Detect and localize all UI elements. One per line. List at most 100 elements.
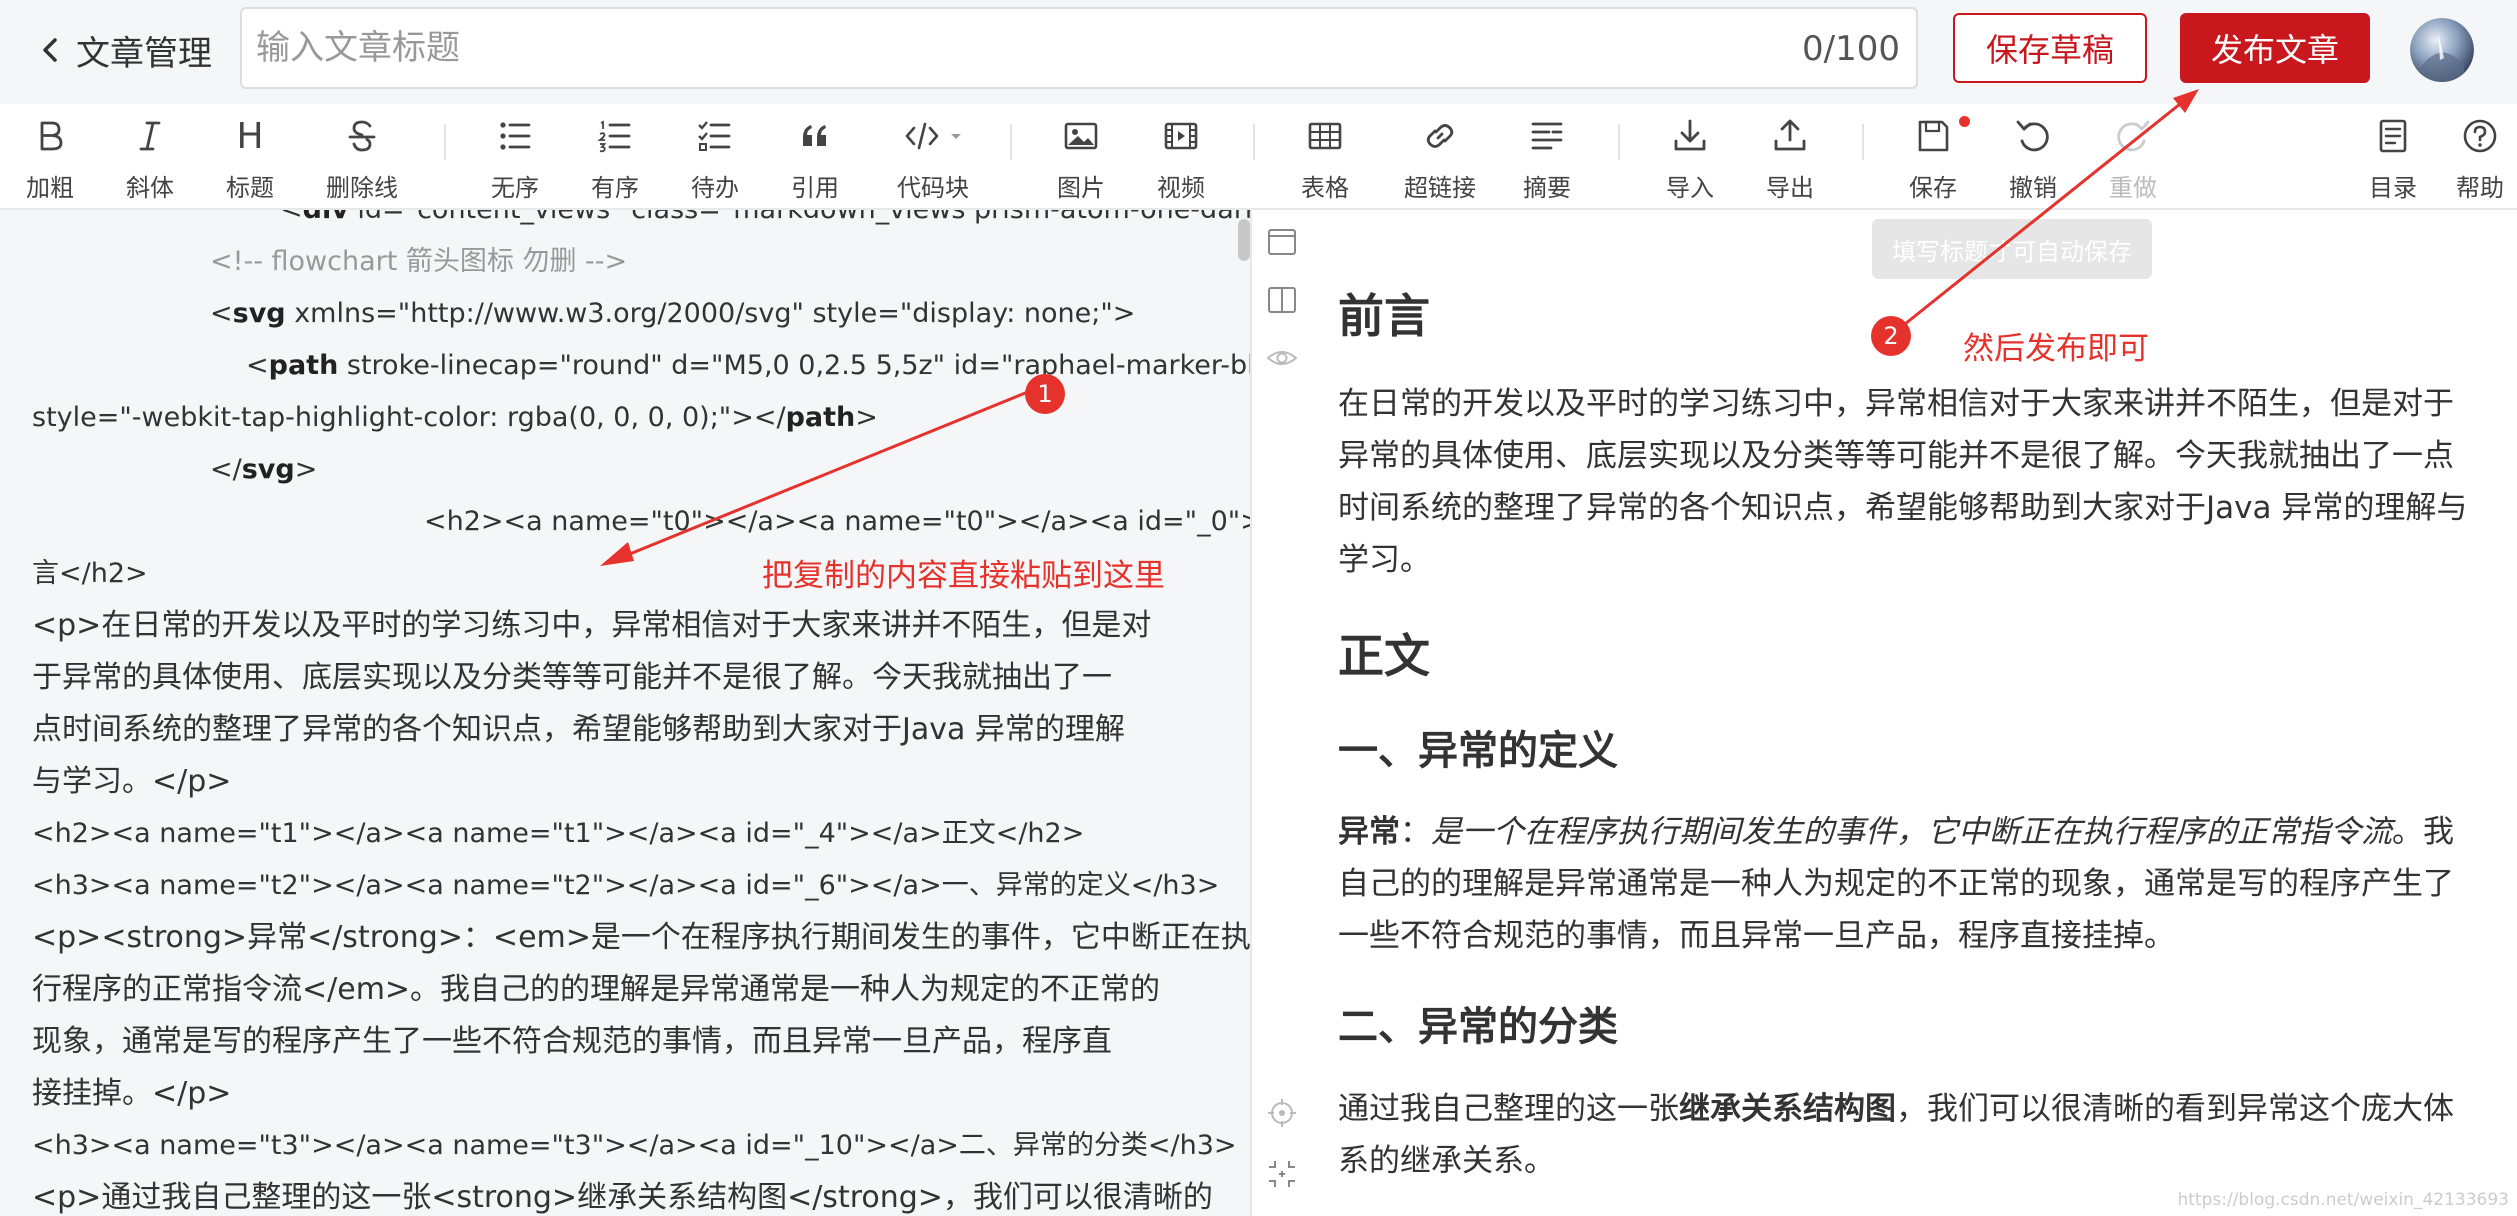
video-button[interactable]: 视频: [1131, 104, 1231, 210]
table-icon: [1308, 122, 1342, 150]
back-to-article-management[interactable]: 文章管理: [36, 20, 212, 80]
code-line: 行程序的正常指令流</em>。我自己的的理解是异常通常是一种人为规定的不正常的: [32, 972, 1161, 1007]
import-label: 导入: [1666, 174, 1714, 202]
toolbar-divider: [1862, 124, 1864, 160]
image-label: 图片: [1057, 174, 1105, 202]
preview-paragraph-line: 通过我自己整理的这一张继承关系结构图，我们可以很清晰的看到异常这个庞大体: [1338, 1091, 2454, 1127]
markdown-preview: 前言 在日常的开发以及平时的学习练习中，异常相信对于大家来讲并不陌生，但是对于 …: [1310, 210, 2517, 1216]
code-line: <h3><a name="t3"></a><a name="t3"></a><a…: [32, 1130, 1237, 1161]
code-line: 与学习。</p>: [32, 764, 232, 799]
preview-paragraph-line: 学习。: [1338, 542, 1431, 578]
unsaved-indicator-dot: [1959, 116, 1970, 127]
table-button[interactable]: 表格: [1275, 104, 1375, 210]
editor-scrollbar-thumb[interactable]: [1238, 219, 1250, 261]
help-button[interactable]: 帮助: [2443, 104, 2517, 210]
preview-eye-icon[interactable]: [1266, 342, 1298, 374]
split-view-icon[interactable]: [1266, 284, 1298, 316]
save-label: 保存: [1909, 174, 1957, 202]
export-icon: [1774, 119, 1806, 151]
editor-only-icon[interactable]: [1266, 226, 1298, 258]
quote-button[interactable]: 引用: [765, 104, 865, 210]
unordered-list-label: 无序: [491, 174, 539, 202]
import-button[interactable]: 导入: [1640, 104, 1740, 210]
todo-list-label: 待办: [691, 174, 739, 202]
summary-button[interactable]: 摘要: [1497, 104, 1597, 210]
ordered-list-button[interactable]: 有序: [565, 104, 665, 210]
heading-label: 标题: [226, 174, 274, 202]
step-2-marker: 2: [1871, 316, 1911, 356]
summary-icon: [1531, 122, 1563, 150]
code-block-label: 代码块: [897, 174, 969, 202]
locate-target-icon[interactable]: [1266, 1097, 1298, 1129]
preview-heading-definition: 一、异常的定义: [1338, 728, 1618, 774]
unordered-list-icon: [500, 122, 531, 150]
preview-heading-intro: 前言: [1338, 289, 1430, 343]
image-icon: [1064, 122, 1098, 150]
italic-label: 斜体: [126, 174, 174, 202]
unordered-list-button[interactable]: 无序: [465, 104, 565, 210]
image-button[interactable]: 图片: [1031, 104, 1131, 210]
code-line: <p>通过我自己整理的这一张<strong>继承关系结构图</strong>，我…: [32, 1180, 1213, 1215]
link-icon: [1426, 124, 1454, 148]
redo-button[interactable]: 重做: [2083, 104, 2183, 210]
code-line: 现象，通常是写的程序产生了一些不符合规范的事情，而且异常一旦产品，程序直: [32, 1024, 1112, 1059]
toolbar-divider: [1618, 124, 1620, 160]
ordered-list-label: 有序: [591, 174, 639, 202]
preview-heading-body: 正文: [1338, 629, 1430, 683]
title-input[interactable]: [256, 9, 1756, 87]
top-bar: 文章管理 0/100 保存草稿 发布文章: [0, 0, 2517, 104]
italic-icon: [139, 121, 161, 151]
code-line: style="-webkit-tap-highlight-color: rgba…: [32, 402, 878, 433]
step-1-marker: 1: [1025, 374, 1065, 414]
markdown-editor[interactable]: <div id="content_views" class="markdown_…: [0, 210, 1250, 1216]
italic-button[interactable]: 斜体: [100, 104, 200, 210]
toolbar-divider: [1253, 124, 1255, 160]
toolbar-divider: [1010, 124, 1012, 160]
todo-list-icon: [698, 121, 731, 151]
step-2-note: 然后发布即可: [1963, 331, 2149, 367]
title-field[interactable]: 0/100: [240, 7, 1918, 89]
import-icon: [1674, 119, 1706, 151]
strikethrough-icon: [348, 120, 376, 152]
hyperlink-button[interactable]: 超链接: [1385, 104, 1495, 210]
export-label: 导出: [1766, 174, 1814, 202]
code-line: <svg xmlns="http://www.w3.org/2000/svg" …: [210, 298, 1136, 329]
view-mode-strip: [1250, 210, 1310, 1216]
toc-icon: [2379, 119, 2407, 153]
heading-button[interactable]: H 标题: [200, 104, 300, 210]
save-draft-button[interactable]: 保存草稿: [1953, 13, 2147, 83]
avatar[interactable]: [2410, 18, 2474, 82]
sync-scroll-icon[interactable]: [1266, 1158, 1298, 1190]
publish-article-button[interactable]: 发布文章: [2180, 13, 2370, 83]
redo-label: 重做: [2109, 174, 2157, 202]
editor-toolbar: 加粗 斜体 H 标题 删除线 无序 有序 待办 引用 代码块 图片 视频 表格 …: [0, 104, 2517, 210]
preview-paragraph-line: 自己的的理解是异常通常是一种人为规定的不正常的现象，通常是写的程序产生了: [1338, 866, 2454, 902]
step-1-note: 把复制的内容直接粘贴到这里: [762, 558, 1165, 594]
bold-button[interactable]: 加粗: [0, 104, 100, 210]
export-button[interactable]: 导出: [1740, 104, 1840, 210]
watermark: https://blog.csdn.net/weixin_42133693: [2177, 1190, 2509, 1210]
undo-button[interactable]: 撤销: [1983, 104, 2083, 210]
preview-paragraph-line: 异常：是一个在程序执行期间发生的事件，它中断正在执行程序的正常指令流。我: [1338, 814, 2454, 850]
heading-icon: H: [236, 115, 264, 157]
strikethrough-button[interactable]: 删除线: [312, 104, 412, 210]
todo-list-button[interactable]: 待办: [665, 104, 765, 210]
preview-paragraph-line: 时间系统的整理了异常的各个知识点，希望能够帮助到大家对于Java 异常的理解与: [1338, 490, 2468, 526]
quote-label: 引用: [791, 174, 839, 202]
code-line: <p>在日常的开发以及平时的学习练习中，异常相信对于大家来讲并不陌生，但是对: [32, 608, 1152, 643]
preview-paragraph-line: 异常的具体使用、底层实现以及分类等等可能并不是很了解。今天我就抽出了一点: [1338, 438, 2454, 474]
preview-paragraph-line: 一些不符合规范的事情，而且异常一旦产品，程序直接挂掉。: [1338, 918, 2175, 954]
quote-icon: [803, 125, 826, 146]
back-label: 文章管理: [76, 33, 212, 74]
redo-icon: [2117, 120, 2150, 152]
code-line: <h3><a name="t2"></a><a name="t2"></a><a…: [32, 870, 1220, 901]
toc-button[interactable]: 目录: [2343, 104, 2443, 210]
ordered-list-icon: [597, 120, 631, 153]
preview-heading-classification: 二、异常的分类: [1338, 1004, 1618, 1050]
preview-paragraph-line: 系的继承关系。: [1338, 1143, 1555, 1179]
hyperlink-label: 超链接: [1404, 174, 1476, 202]
bold-icon: [40, 121, 63, 151]
code-line: 于异常的具体使用、底层实现以及分类等等可能并不是很了解。今天我就抽出了一: [32, 660, 1112, 695]
help-icon: [2463, 119, 2497, 153]
code-block-button[interactable]: 代码块: [878, 104, 988, 210]
